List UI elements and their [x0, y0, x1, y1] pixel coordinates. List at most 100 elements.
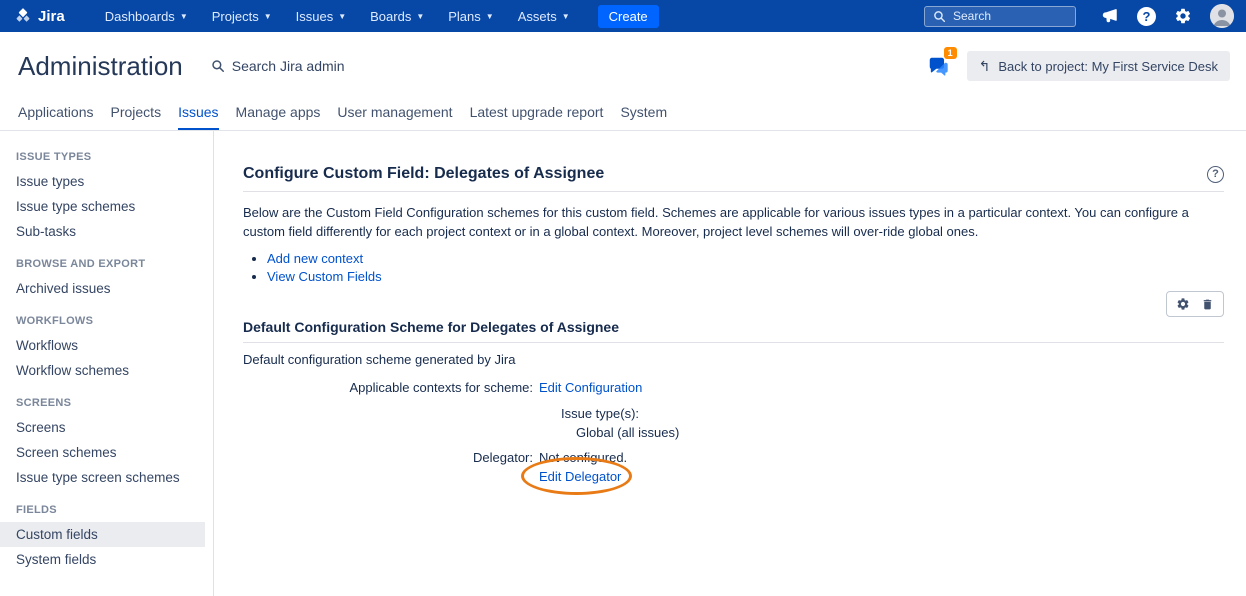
return-arrow-icon: ↰	[979, 59, 991, 73]
issue-types-label: Issue type(s):	[561, 406, 679, 421]
chevron-down-icon: ▼	[486, 12, 494, 21]
nav-item-label: Projects	[212, 9, 259, 24]
tab-user-management[interactable]: User management	[337, 100, 452, 130]
search-icon	[933, 10, 946, 23]
list-item: View Custom Fields	[267, 268, 1224, 285]
scheme-toolbar	[1166, 291, 1224, 317]
contexts-row: Applicable contexts for scheme: Edit Con…	[243, 380, 1224, 440]
list-item: Add new context	[267, 250, 1224, 267]
search-icon	[211, 59, 225, 73]
scheme-title: Default Configuration Scheme for Delegat…	[243, 319, 1224, 343]
delegator-value: Not configured. Edit Delegator	[533, 450, 627, 484]
sidebar-item-issue-types[interactable]: Issue types	[0, 169, 213, 194]
action-links: Add new context View Custom Fields	[243, 250, 1224, 285]
edit-configuration-link[interactable]: Edit Configuration	[539, 380, 642, 395]
nav-item-label: Boards	[370, 9, 411, 24]
sidebar-item-issue-type-schemes[interactable]: Issue type schemes	[0, 194, 213, 219]
sidebar-section-workflows: WORKFLOWS Workflows Workflow schemes	[0, 315, 213, 383]
scheme-toolbar-row	[243, 291, 1224, 317]
sidebar-item-custom-fields[interactable]: Custom fields	[0, 522, 205, 547]
tab-latest-upgrade-report[interactable]: Latest upgrade report	[470, 100, 604, 130]
tab-system[interactable]: System	[620, 100, 667, 130]
global-search-placeholder: Search	[953, 9, 991, 23]
edit-delegator-link[interactable]: Edit Delegator	[539, 469, 621, 484]
issue-types-value: Global (all issues)	[576, 425, 679, 440]
nav-item-label: Assets	[518, 9, 557, 24]
main-panel: Configure Custom Field: Delegates of Ass…	[214, 131, 1246, 596]
chevron-down-icon: ▼	[562, 12, 570, 21]
main-title-row: Configure Custom Field: Delegates of Ass…	[243, 165, 1224, 192]
user-avatar[interactable]	[1210, 4, 1234, 28]
nav-item-label: Dashboards	[105, 9, 175, 24]
top-navbar: Jira Dashboards ▼ Projects ▼ Issues ▼ Board…	[0, 0, 1246, 32]
global-search-input[interactable]: Search	[924, 6, 1076, 27]
configure-custom-field-title: Configure Custom Field: Delegates of Ass…	[243, 165, 604, 183]
nav-item-label: Issues	[296, 9, 334, 24]
delegator-row: Delegator: Not configured. Edit Delegato…	[243, 450, 1224, 484]
delete-trash-icon[interactable]	[1201, 298, 1214, 311]
nav-item-issues[interactable]: Issues ▼	[286, 5, 357, 28]
back-to-project-button[interactable]: ↰ Back to project: My First Service Desk	[967, 51, 1230, 81]
chevron-down-icon: ▼	[338, 12, 346, 21]
sidebar: ISSUE TYPES Issue types Issue type schem…	[0, 131, 214, 596]
chevron-down-icon: ▼	[264, 12, 272, 21]
sidebar-item-workflow-schemes[interactable]: Workflow schemes	[0, 358, 213, 383]
sidebar-section-browse-and-export: BROWSE AND EXPORT Archived issues	[0, 258, 213, 301]
delegator-label: Delegator:	[243, 450, 533, 484]
sidebar-section-title: BROWSE AND EXPORT	[0, 258, 213, 270]
jira-logo-text: Jira	[38, 8, 65, 25]
contextual-help-icon[interactable]: ?	[1207, 166, 1224, 183]
nav-item-assets[interactable]: Assets ▼	[508, 5, 580, 28]
create-button[interactable]: Create	[598, 5, 659, 28]
back-button-label: Back to project: My First Service Desk	[998, 59, 1218, 74]
tab-issues[interactable]: Issues	[178, 100, 218, 130]
content-area: ISSUE TYPES Issue types Issue type schem…	[0, 131, 1246, 596]
sidebar-item-workflows[interactable]: Workflows	[0, 333, 213, 358]
admin-search-input[interactable]: Search Jira admin	[211, 58, 345, 74]
notifications-icon[interactable]: 1	[927, 55, 949, 77]
scheme-subtitle: Default configuration scheme generated b…	[243, 352, 1224, 367]
settings-gear-icon[interactable]	[1174, 7, 1192, 25]
sidebar-section-title: SCREENS	[0, 397, 213, 409]
sidebar-section-issue-types: ISSUE TYPES Issue types Issue type schem…	[0, 151, 213, 244]
page-title: Administration	[18, 51, 183, 82]
nav-item-label: Plans	[448, 9, 481, 24]
sidebar-item-archived-issues[interactable]: Archived issues	[0, 276, 213, 301]
tab-applications[interactable]: Applications	[18, 100, 94, 130]
nav-item-plans[interactable]: Plans ▼	[438, 5, 503, 28]
sidebar-item-screen-schemes[interactable]: Screen schemes	[0, 440, 213, 465]
contexts-label: Applicable contexts for scheme:	[243, 380, 533, 440]
sidebar-section-title: ISSUE TYPES	[0, 151, 213, 163]
sidebar-section-screens: SCREENS Screens Screen schemes Issue typ…	[0, 397, 213, 490]
notification-badge: 1	[944, 47, 957, 59]
admin-search-placeholder: Search Jira admin	[232, 58, 345, 74]
nav-item-projects[interactable]: Projects ▼	[202, 5, 282, 28]
chevron-down-icon: ▼	[180, 12, 188, 21]
sidebar-item-issue-type-screen-schemes[interactable]: Issue type screen schemes	[0, 465, 213, 490]
nav-item-boards[interactable]: Boards ▼	[360, 5, 434, 28]
jira-logo[interactable]: Jira	[14, 7, 65, 25]
configure-gear-icon[interactable]	[1176, 297, 1190, 311]
sidebar-item-system-fields[interactable]: System fields	[0, 547, 213, 572]
tab-manage-apps[interactable]: Manage apps	[236, 100, 321, 130]
description-text: Below are the Custom Field Configuration…	[243, 203, 1224, 241]
help-icon[interactable]: ?	[1137, 7, 1156, 26]
sidebar-item-sub-tasks[interactable]: Sub-tasks	[0, 219, 213, 244]
chevron-down-icon: ▼	[416, 12, 424, 21]
contexts-value: Edit Configuration Issue type(s): Global…	[533, 380, 679, 440]
admin-header: Administration Search Jira admin 1 ↰ Bac…	[0, 32, 1246, 100]
view-custom-fields-link[interactable]: View Custom Fields	[267, 269, 382, 284]
tab-projects[interactable]: Projects	[111, 100, 162, 130]
add-new-context-link[interactable]: Add new context	[267, 251, 363, 266]
delegator-status-text: Not configured.	[539, 450, 627, 465]
jira-logo-icon	[14, 7, 32, 25]
sidebar-section-fields: FIELDS Custom fields System fields	[0, 504, 213, 572]
announcements-icon[interactable]	[1101, 7, 1119, 25]
nav-item-dashboards[interactable]: Dashboards ▼	[95, 5, 198, 28]
question-mark-glyph: ?	[1137, 7, 1156, 26]
sidebar-section-title: WORKFLOWS	[0, 315, 213, 327]
topnav-menu: Dashboards ▼ Projects ▼ Issues ▼ Boards ▼ Pl…	[95, 5, 580, 28]
edit-delegator-wrap: Edit Delegator	[539, 469, 621, 484]
sidebar-item-screens[interactable]: Screens	[0, 415, 213, 440]
sidebar-section-title: FIELDS	[0, 504, 213, 516]
